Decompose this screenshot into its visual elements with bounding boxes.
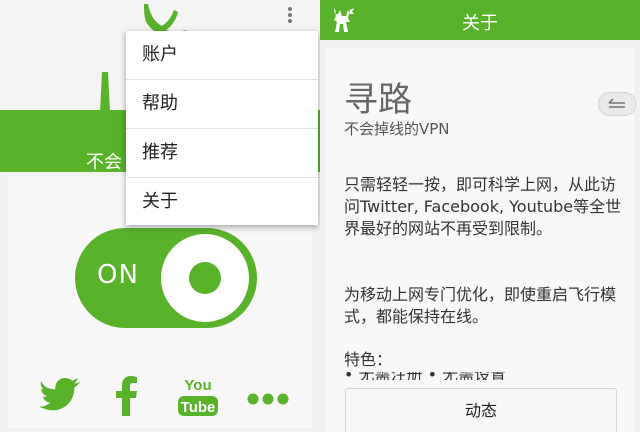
about-screen: 关于 寻路 不会掉线的VPN 只需轻轻一按，即可科学上网，从此访问Twitter… (320, 0, 640, 432)
menu-item-about[interactable]: 关于 (126, 178, 318, 226)
page-title: 关于 (462, 13, 498, 34)
youtube-text-bottom: Tube (181, 399, 216, 416)
toggle-knob-dot (189, 262, 221, 294)
toggle-label: ON (97, 260, 139, 290)
facebook-icon[interactable] (116, 376, 138, 416)
twitter-icon[interactable] (38, 378, 80, 414)
slogan-text: 不会 (86, 152, 122, 173)
vpn-toggle[interactable]: ON (75, 228, 257, 328)
youtube-icon[interactable]: You Tube (176, 374, 220, 418)
toggle-knob[interactable] (161, 234, 249, 322)
app-name: 寻路 (344, 80, 412, 120)
main-screen: 不会 ON You Tube 账户 帮助 推荐 关于 (0, 0, 320, 432)
features-label: 特色： (344, 350, 393, 369)
app-tagline: 不会掉线的VPN (344, 120, 450, 138)
youtube-text-top: You (184, 377, 211, 394)
overflow-menu: 账户 帮助 推荐 关于 (126, 31, 318, 225)
news-button[interactable]: 动态 (345, 388, 617, 432)
menu-item-recommend[interactable]: 推荐 (126, 129, 318, 178)
features-list-text: • 无需注册 • 无需设置 (344, 372, 544, 380)
action-bar: 关于 (320, 0, 640, 40)
more-icon[interactable] (246, 392, 290, 406)
back-icon[interactable] (598, 92, 636, 116)
features-list-cut: • 无需注册 • 无需设置 (344, 372, 544, 380)
menu-item-account[interactable]: 账户 (126, 31, 318, 80)
overflow-menu-icon[interactable] (285, 6, 295, 26)
description-paragraph-2: 为移动上网专门优化，即使重启飞行模式，都能保持在线。 (344, 285, 617, 326)
description-paragraph-1: 只需轻轻一按，即可科学上网，从此访问Twitter, Facebook, You… (344, 175, 622, 238)
menu-item-help[interactable]: 帮助 (126, 80, 318, 129)
